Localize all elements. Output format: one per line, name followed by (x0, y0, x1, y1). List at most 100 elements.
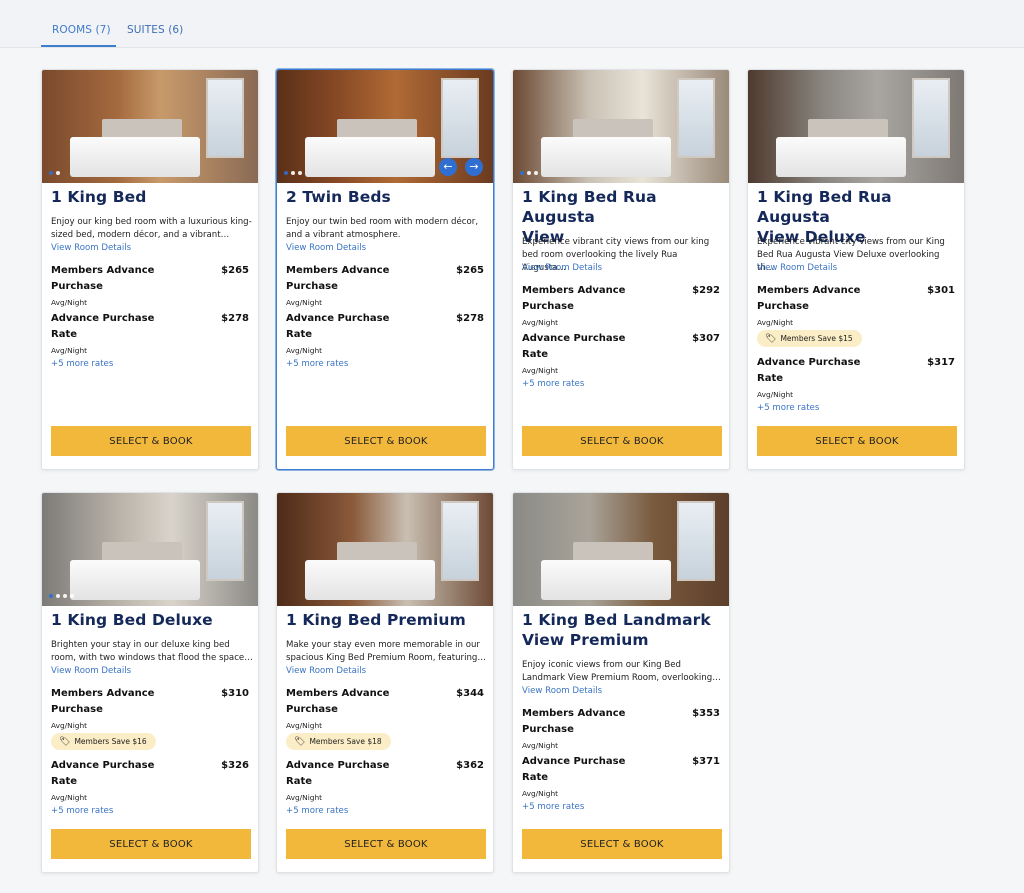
view-room-details-link[interactable]: View Room Details (51, 666, 131, 676)
members-save-badge: 🏷 Members Save $16 (51, 733, 156, 750)
rate-name[interactable]: Members Advance Purchase (522, 706, 642, 738)
rate-name[interactable]: Advance Purchase Rate (522, 331, 642, 363)
view-room-details-link[interactable]: View Room Details (286, 666, 366, 676)
carousel-dot[interactable] (534, 171, 538, 175)
price-tag-icon: 🏷 (294, 737, 306, 747)
avg-night-label: Avg/Night (51, 721, 88, 730)
rate-price: $344 (456, 688, 484, 699)
tab-rooms[interactable]: ROOMS (7) (52, 24, 111, 36)
rate-name[interactable]: Advance Purchase Rate (286, 311, 406, 343)
avg-night-label: Avg/Night (286, 793, 323, 802)
room-photo[interactable] (42, 70, 258, 183)
carousel-dot[interactable] (49, 594, 53, 598)
view-room-details-link[interactable]: View Room Details (286, 243, 366, 253)
select-and-book-button[interactable]: SELECT & BOOK (522, 829, 722, 859)
more-rates-link[interactable]: +5 more rates (51, 806, 113, 816)
rate-name[interactable]: Advance Purchase Rate (286, 758, 406, 790)
more-rates-link[interactable]: +5 more rates (522, 379, 584, 389)
rate-name[interactable]: Members Advance Purchase (51, 686, 171, 718)
next-photo-icon[interactable]: → (465, 158, 483, 176)
price-tag-icon: 🏷 (59, 737, 71, 747)
avg-night-label: Avg/Night (51, 298, 88, 307)
room-card[interactable]: 1 King Bed Rua Augusta View Deluxe Exper… (747, 69, 965, 470)
avg-night-label: Avg/Night (522, 789, 559, 798)
rate-name[interactable]: Advance Purchase Rate (522, 754, 642, 786)
rate-name[interactable]: Members Advance Purchase (757, 283, 877, 315)
room-description: Make your stay even more memorable in ou… (286, 640, 486, 663)
carousel-dot[interactable] (284, 171, 288, 175)
rate-price: $278 (221, 313, 249, 324)
rate-price: $326 (221, 760, 249, 771)
room-card[interactable]: 1 King Bed Enjoy our king bed room with … (41, 69, 259, 470)
carousel-dot[interactable] (70, 594, 74, 598)
rate-price: $301 (927, 285, 955, 296)
room-description: Enjoy iconic views from our King Bed Lan… (522, 660, 721, 683)
select-and-book-button[interactable]: SELECT & BOOK (51, 829, 251, 859)
room-card[interactable]: 1 King Bed Rua Augusta View Experience v… (512, 69, 730, 470)
rate-name[interactable]: Members Advance Purchase (286, 263, 406, 295)
active-tab-indicator (41, 45, 116, 47)
room-card[interactable]: 1 King Bed Landmark View Premium Enjoy i… (512, 492, 730, 873)
select-and-book-button[interactable]: SELECT & BOOK (522, 426, 722, 456)
rate-price: $292 (692, 285, 720, 296)
carousel-dot[interactable] (56, 171, 60, 175)
rate-price: $265 (221, 265, 249, 276)
avg-night-label: Avg/Night (522, 318, 559, 327)
view-room-details-link[interactable]: View Room Details (757, 263, 837, 273)
avg-night-label: Avg/Night (286, 721, 323, 730)
carousel-dot[interactable] (291, 171, 295, 175)
rate-name[interactable]: Members Advance Purchase (51, 263, 171, 295)
carousel-dot[interactable] (520, 171, 524, 175)
view-room-details-link[interactable]: View Room Details (522, 686, 602, 696)
more-rates-link[interactable]: +5 more rates (286, 806, 348, 816)
room-photo[interactable] (42, 493, 258, 606)
rate-price: $362 (456, 760, 484, 771)
tab-suites[interactable]: SUITES (6) (127, 24, 183, 36)
room-photo[interactable] (513, 493, 729, 606)
select-and-book-button[interactable]: SELECT & BOOK (286, 829, 486, 859)
rate-name[interactable]: Advance Purchase Rate (51, 311, 171, 343)
avg-night-label: Avg/Night (757, 390, 794, 399)
room-title: 1 King Bed Premium (286, 611, 466, 629)
more-rates-link[interactable]: +5 more rates (286, 359, 348, 369)
rate-name[interactable]: Members Advance Purchase (522, 283, 642, 315)
more-rates-link[interactable]: +5 more rates (522, 802, 584, 812)
carousel-dot[interactable] (56, 594, 60, 598)
room-photo[interactable]: ← → (277, 70, 493, 183)
rate-name[interactable]: Advance Purchase Rate (51, 758, 171, 790)
more-rates-link[interactable]: +5 more rates (51, 359, 113, 369)
room-title: 1 King Bed (51, 188, 147, 206)
avg-night-label: Avg/Night (51, 793, 88, 802)
room-card[interactable]: 1 King Bed Premium Make your stay even m… (276, 492, 494, 873)
view-room-details-link[interactable]: View Room Details (522, 263, 602, 273)
select-and-book-button[interactable]: SELECT & BOOK (51, 426, 251, 456)
rate-name[interactable]: Advance Purchase Rate (757, 355, 877, 387)
room-card[interactable]: 1 King Bed Deluxe Brighten your stay in … (41, 492, 259, 873)
more-rates-link[interactable]: +5 more rates (757, 403, 819, 413)
room-photo[interactable] (277, 493, 493, 606)
view-room-details-link[interactable]: View Room Details (51, 243, 131, 253)
room-card[interactable]: ← → 2 Twin Beds Enjoy our twin bed room … (276, 69, 494, 470)
carousel-dot[interactable] (298, 171, 302, 175)
rate-name[interactable]: Members Advance Purchase (286, 686, 406, 718)
members-save-badge: 🏷 Members Save $15 (757, 330, 862, 347)
room-title: 2 Twin Beds (286, 188, 391, 206)
rate-price: $353 (692, 708, 720, 719)
avg-night-label: Avg/Night (757, 318, 794, 327)
avg-night-label: Avg/Night (522, 741, 559, 750)
carousel-dot[interactable] (527, 171, 531, 175)
previous-photo-icon[interactable]: ← (439, 158, 457, 176)
select-and-book-button[interactable]: SELECT & BOOK (757, 426, 957, 456)
rate-price: $310 (221, 688, 249, 699)
room-photo[interactable] (513, 70, 729, 183)
avg-night-label: Avg/Night (286, 298, 323, 307)
carousel-dot[interactable] (63, 594, 67, 598)
avg-night-label: Avg/Night (286, 346, 323, 355)
room-description: Enjoy our king bed room with a luxurious… (51, 217, 252, 240)
room-title: 1 King Bed Deluxe (51, 611, 213, 629)
members-save-badge: 🏷 Members Save $18 (286, 733, 391, 750)
carousel-dot[interactable] (49, 171, 53, 175)
select-and-book-button[interactable]: SELECT & BOOK (286, 426, 486, 456)
rate-price: $265 (456, 265, 484, 276)
room-photo[interactable] (748, 70, 964, 183)
